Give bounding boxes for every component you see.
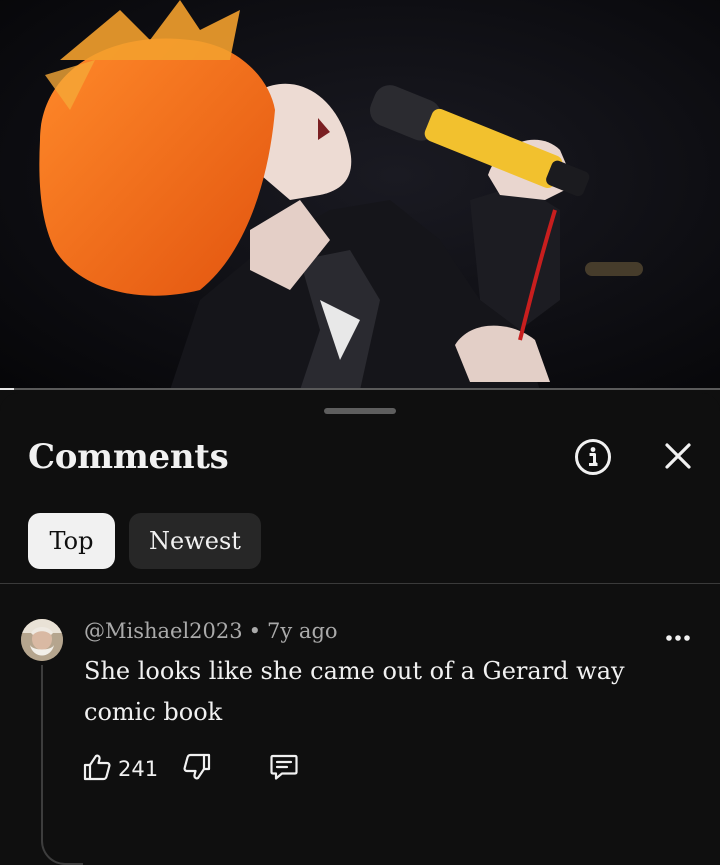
dislike-button[interactable] <box>182 751 212 787</box>
thread-curve <box>41 803 83 865</box>
avatar[interactable] <box>21 619 63 661</box>
video-player[interactable] <box>0 0 720 390</box>
more-vertical-icon[interactable] <box>664 629 692 647</box>
reply-button[interactable] <box>268 751 300 787</box>
video-progress-fill <box>0 388 15 390</box>
like-button[interactable]: 241 <box>82 751 158 787</box>
thumbs-up-icon <box>82 752 112 786</box>
filter-chip-top[interactable]: Top <box>28 513 115 569</box>
video-progress-bar[interactable] <box>0 388 720 390</box>
thumbs-down-icon <box>182 752 212 786</box>
comments-title: Comments <box>28 437 229 477</box>
divider <box>0 583 720 584</box>
sheet-drag-handle[interactable] <box>324 408 396 414</box>
comment-author[interactable]: @Mishael2023 <box>84 619 243 643</box>
comment-meta: @Mishael2023 • 7y ago <box>84 619 338 643</box>
close-icon[interactable] <box>660 438 696 474</box>
info-icon[interactable] <box>574 438 612 476</box>
like-count: 241 <box>118 757 159 781</box>
comment-text: She looks like she came out of a Gerard … <box>84 657 625 726</box>
reply-icon <box>268 751 300 787</box>
comments-sheet: Comments Top Newest @Mishael2023 • 7y ago <box>0 393 720 865</box>
video-frame-image <box>0 0 720 390</box>
filter-chip-newest[interactable]: Newest <box>129 513 261 569</box>
meta-separator: • <box>248 619 262 643</box>
comment-age: 7y ago <box>267 619 338 643</box>
